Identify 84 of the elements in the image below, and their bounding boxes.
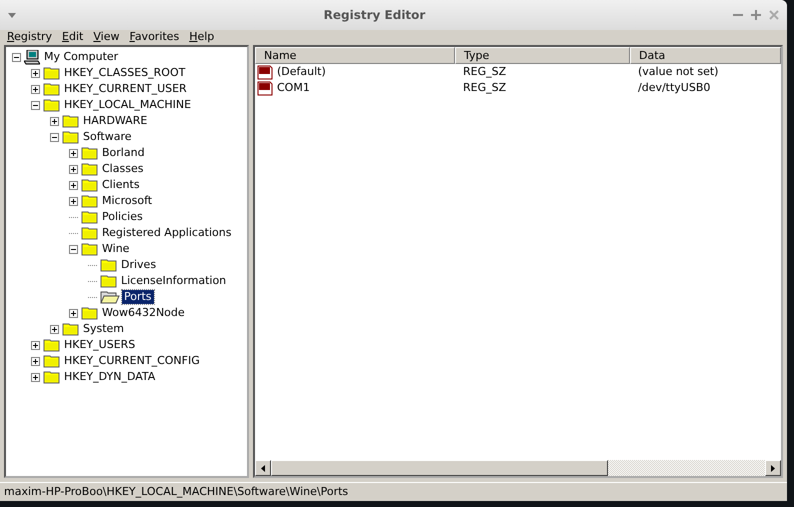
- collapse-toggle[interactable]: [50, 132, 59, 142]
- tree-item[interactable]: Wine: [100, 242, 132, 256]
- folder-icon: [100, 274, 117, 288]
- folder-icon: [62, 322, 79, 336]
- menu-item[interactable]: Registry: [2, 28, 58, 46]
- computer-icon: [24, 50, 40, 64]
- expand-toggle[interactable]: [31, 68, 40, 78]
- folder-icon: [43, 354, 60, 368]
- menu-item[interactable]: Favorites: [124, 28, 184, 46]
- open-folder-icon: [100, 290, 120, 304]
- tree-item[interactable]: LicenseInformation: [119, 274, 228, 288]
- string-value-icon: [257, 64, 273, 80]
- status-bar: maxim-HP-ProBoo\HKEY_LOCAL_MACHINE\Software\Wine\Ports: [0, 482, 787, 501]
- folder-icon: [43, 66, 60, 80]
- scrollbar-thumb[interactable]: [271, 460, 608, 476]
- tree-item[interactable]: HKEY_LOCAL_MACHINE: [62, 98, 194, 112]
- menu-item[interactable]: View: [88, 28, 124, 46]
- collapse-toggle[interactable]: [69, 244, 78, 254]
- expand-toggle[interactable]: [69, 180, 78, 190]
- folder-icon: [81, 306, 98, 320]
- expand-toggle[interactable]: [69, 148, 78, 158]
- folder-icon: [81, 162, 98, 176]
- tree-item[interactable]: Wow6432Node: [100, 306, 187, 320]
- string-value-icon: [257, 80, 273, 96]
- value-name[interactable]: (Default): [277, 64, 326, 80]
- value-type: REG_SZ: [462, 64, 508, 80]
- menu-item[interactable]: Edit: [57, 28, 88, 46]
- tree-item[interactable]: Microsoft: [100, 194, 154, 208]
- folder-icon: [43, 338, 60, 352]
- expand-toggle[interactable]: [69, 164, 78, 174]
- folder-icon: [81, 146, 98, 160]
- expand-toggle[interactable]: [69, 308, 78, 318]
- folder-icon: [81, 194, 98, 208]
- tree-item[interactable]: Software: [81, 130, 134, 144]
- expand-toggle[interactable]: [50, 324, 59, 334]
- maximize-icon[interactable]: [751, 10, 761, 20]
- collapse-toggle[interactable]: [31, 100, 40, 110]
- horizontal-scrollbar[interactable]: [255, 460, 781, 476]
- value-name[interactable]: COM1: [277, 80, 310, 96]
- folder-icon: [43, 370, 60, 384]
- value-data: (value not set): [637, 64, 718, 80]
- value-data: /dev/ttyUSB0: [637, 80, 710, 96]
- expand-toggle[interactable]: [31, 372, 40, 382]
- tree-item[interactable]: Ports: [122, 290, 154, 304]
- collapse-toggle[interactable]: [12, 52, 21, 62]
- window-menu-icon[interactable]: [8, 12, 16, 18]
- folder-icon: [62, 130, 79, 144]
- column-header[interactable]: Type: [455, 47, 630, 64]
- menu-item[interactable]: Help: [184, 28, 220, 46]
- tree-item[interactable]: Borland: [100, 146, 147, 160]
- scroll-right-button[interactable]: [765, 460, 781, 476]
- expand-toggle[interactable]: [31, 340, 40, 350]
- tree-item[interactable]: HKEY_CLASSES_ROOT: [62, 66, 188, 80]
- column-header[interactable]: Name: [255, 47, 455, 64]
- column-header[interactable]: Data: [630, 47, 781, 64]
- tree-item[interactable]: HKEY_DYN_DATA: [62, 370, 158, 384]
- folder-icon: [43, 98, 60, 112]
- expand-toggle[interactable]: [31, 356, 40, 366]
- expand-toggle[interactable]: [69, 196, 78, 206]
- tree-item[interactable]: HKEY_CURRENT_CONFIG: [62, 354, 202, 368]
- right-arrow-icon: [771, 464, 775, 472]
- expand-toggle[interactable]: [31, 84, 40, 94]
- tree-item[interactable]: Policies: [100, 210, 145, 224]
- folder-icon: [81, 226, 98, 240]
- value-type: REG_SZ: [462, 80, 508, 96]
- tree-item[interactable]: HKEY_USERS: [62, 338, 138, 352]
- folder-icon: [81, 242, 98, 256]
- tree-item[interactable]: Registered Applications: [100, 226, 234, 240]
- expand-toggle[interactable]: [50, 116, 59, 126]
- folder-icon: [81, 178, 98, 192]
- tree-item[interactable]: HKEY_CURRENT_USER: [62, 82, 189, 96]
- folder-icon: [81, 210, 98, 224]
- folder-icon: [62, 114, 79, 128]
- tree-item[interactable]: Drives: [119, 258, 158, 272]
- window-title: Registry Editor: [322, 7, 426, 24]
- tree-item[interactable]: My Computer: [42, 50, 120, 64]
- scroll-left-button[interactable]: [255, 460, 271, 476]
- folder-icon: [43, 82, 60, 96]
- folder-icon: [100, 258, 117, 272]
- tree-item[interactable]: Clients: [100, 178, 142, 192]
- tree-item[interactable]: HARDWARE: [81, 114, 150, 128]
- left-arrow-icon: [261, 464, 265, 472]
- tree-item[interactable]: Classes: [100, 162, 146, 176]
- tree-item[interactable]: System: [81, 322, 126, 336]
